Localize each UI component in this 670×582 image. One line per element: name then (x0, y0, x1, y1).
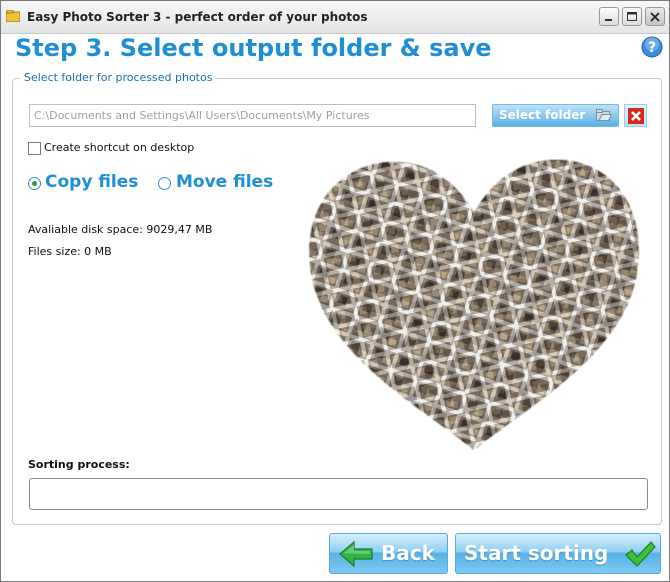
files-size-value: 0 MB (84, 245, 112, 258)
disk-space-label: Avaliable disk space: (28, 223, 143, 236)
page-title: Step 3. Select output folder & save (15, 34, 492, 62)
move-files-radio[interactable] (158, 177, 171, 190)
svg-text:?: ? (648, 40, 656, 56)
close-button[interactable] (645, 7, 665, 26)
folder-icon (596, 109, 612, 121)
disk-space-value: 9029,47 MB (146, 223, 213, 236)
title-bar[interactable]: Easy Photo Sorter 3 - perfect order of y… (1, 1, 669, 34)
select-folder-label: Select folder (499, 108, 586, 122)
close-icon (650, 12, 660, 22)
select-folder-button[interactable]: Select folder (492, 104, 619, 127)
clear-path-button[interactable] (624, 104, 647, 127)
sorting-progress-bar (29, 478, 648, 510)
back-button-label: Back (381, 541, 435, 565)
start-sorting-button[interactable]: Start sorting (455, 533, 661, 574)
maximize-icon (627, 12, 637, 21)
start-sorting-label: Start sorting (464, 541, 609, 565)
minimize-button[interactable] (599, 7, 619, 26)
app-window: Easy Photo Sorter 3 - perfect order of y… (0, 0, 670, 582)
sorting-process-label: Sorting process: (28, 458, 130, 471)
output-path-field[interactable]: C:\Documents and Settings\All Users\Docu… (29, 104, 476, 127)
radio-selected-dot (32, 181, 37, 186)
copy-files-label[interactable]: Copy files (45, 172, 138, 192)
back-arrow-icon (339, 541, 373, 567)
app-icon (6, 10, 20, 22)
clear-icon (628, 108, 644, 124)
window-title: Easy Photo Sorter 3 - perfect order of y… (27, 10, 368, 24)
back-button[interactable]: Back (329, 533, 448, 574)
photo-heart-collage (307, 157, 641, 453)
shortcut-checkbox[interactable] (28, 142, 41, 155)
maximize-button[interactable] (622, 7, 642, 26)
minimize-icon (605, 19, 612, 21)
move-files-label[interactable]: Move files (176, 172, 273, 192)
help-icon[interactable]: ? (641, 36, 663, 58)
disk-space-row: Avaliable disk space: 9029,47 MB (28, 223, 212, 236)
output-folder-group-label: Select folder for processed photos (20, 71, 217, 84)
checkmark-icon (625, 541, 656, 567)
copy-files-radio[interactable] (28, 177, 41, 190)
files-size-row: Files size: 0 MB (28, 245, 112, 258)
shortcut-checkbox-label[interactable]: Create shortcut on desktop (44, 141, 194, 154)
files-size-label: Files size: (28, 245, 81, 258)
